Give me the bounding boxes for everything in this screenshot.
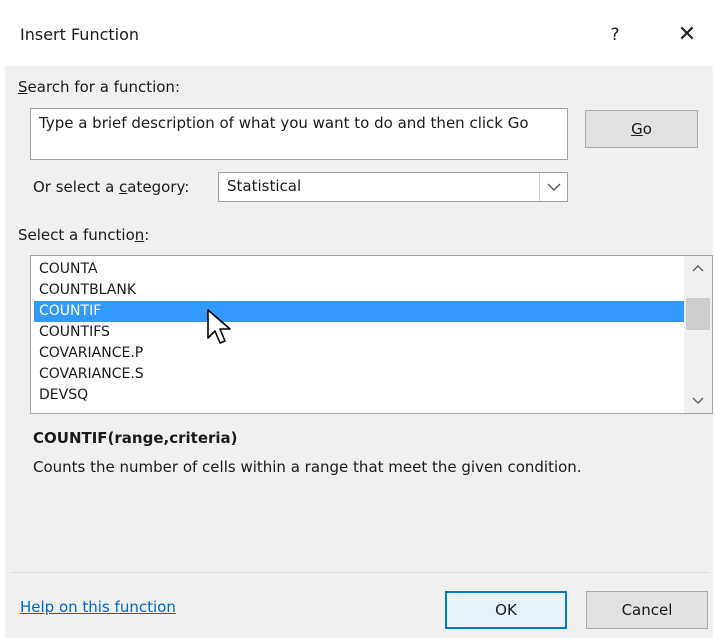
list-item[interactable]: COVARIANCE.S [34,364,684,385]
search-label-accel: S [18,78,28,96]
function-list-label-accel: n [134,226,145,244]
scroll-down-arrow-icon[interactable] [684,389,712,413]
list-item[interactable]: COUNTA [34,259,684,280]
mouse-pointer-icon [207,309,231,344]
title-bar: Insert Function ? ✕ [0,0,715,66]
category-select-value: Statistical [227,177,302,195]
list-scrollbar[interactable] [684,256,712,413]
category-label: Or select a category: [33,178,189,196]
function-description: Counts the number of cells within a rang… [33,458,582,476]
ok-button[interactable]: OK [445,591,567,629]
help-on-function-link[interactable]: Help on this function [20,598,176,616]
function-list-label: Select a function: [18,226,149,244]
go-button-rest: o [642,120,652,138]
category-label-pre: Or select a [33,178,120,196]
function-signature: COUNTIF(range,criteria) [33,429,238,447]
footer-divider [10,572,710,573]
help-icon[interactable]: ? [600,20,630,50]
close-icon[interactable]: ✕ [670,18,704,52]
insert-function-dialog: Insert Function ? ✕ Search for a functio… [0,0,715,638]
go-button-accel: G [631,120,643,138]
scrollbar-thumb[interactable] [686,298,710,330]
function-listbox[interactable]: COUNTA COUNTBLANK COUNTIF COUNTIFS COVAR… [30,255,713,414]
list-item[interactable]: COUNTIFS [34,322,684,343]
chevron-down-icon[interactable] [539,173,567,201]
list-item-selected[interactable]: COUNTIF [34,301,684,322]
scroll-up-arrow-icon[interactable] [684,256,712,280]
cancel-button[interactable]: Cancel [586,591,708,629]
category-select[interactable]: Statistical [218,172,568,202]
category-label-post: ategory: [127,178,190,196]
search-label-rest: earch for a function: [27,78,180,96]
search-input[interactable]: Type a brief description of what you wan… [30,108,568,160]
function-list-label-post: : [144,226,150,244]
function-list-label-pre: Select a functio [18,226,135,244]
dialog-title: Insert Function [20,25,140,44]
go-button[interactable]: Go [585,110,698,148]
list-item[interactable]: COVARIANCE.P [34,343,684,364]
list-item[interactable]: COUNTBLANK [34,280,684,301]
search-label: Search for a function: [18,78,180,96]
list-item[interactable]: DEVSQ [34,385,684,406]
